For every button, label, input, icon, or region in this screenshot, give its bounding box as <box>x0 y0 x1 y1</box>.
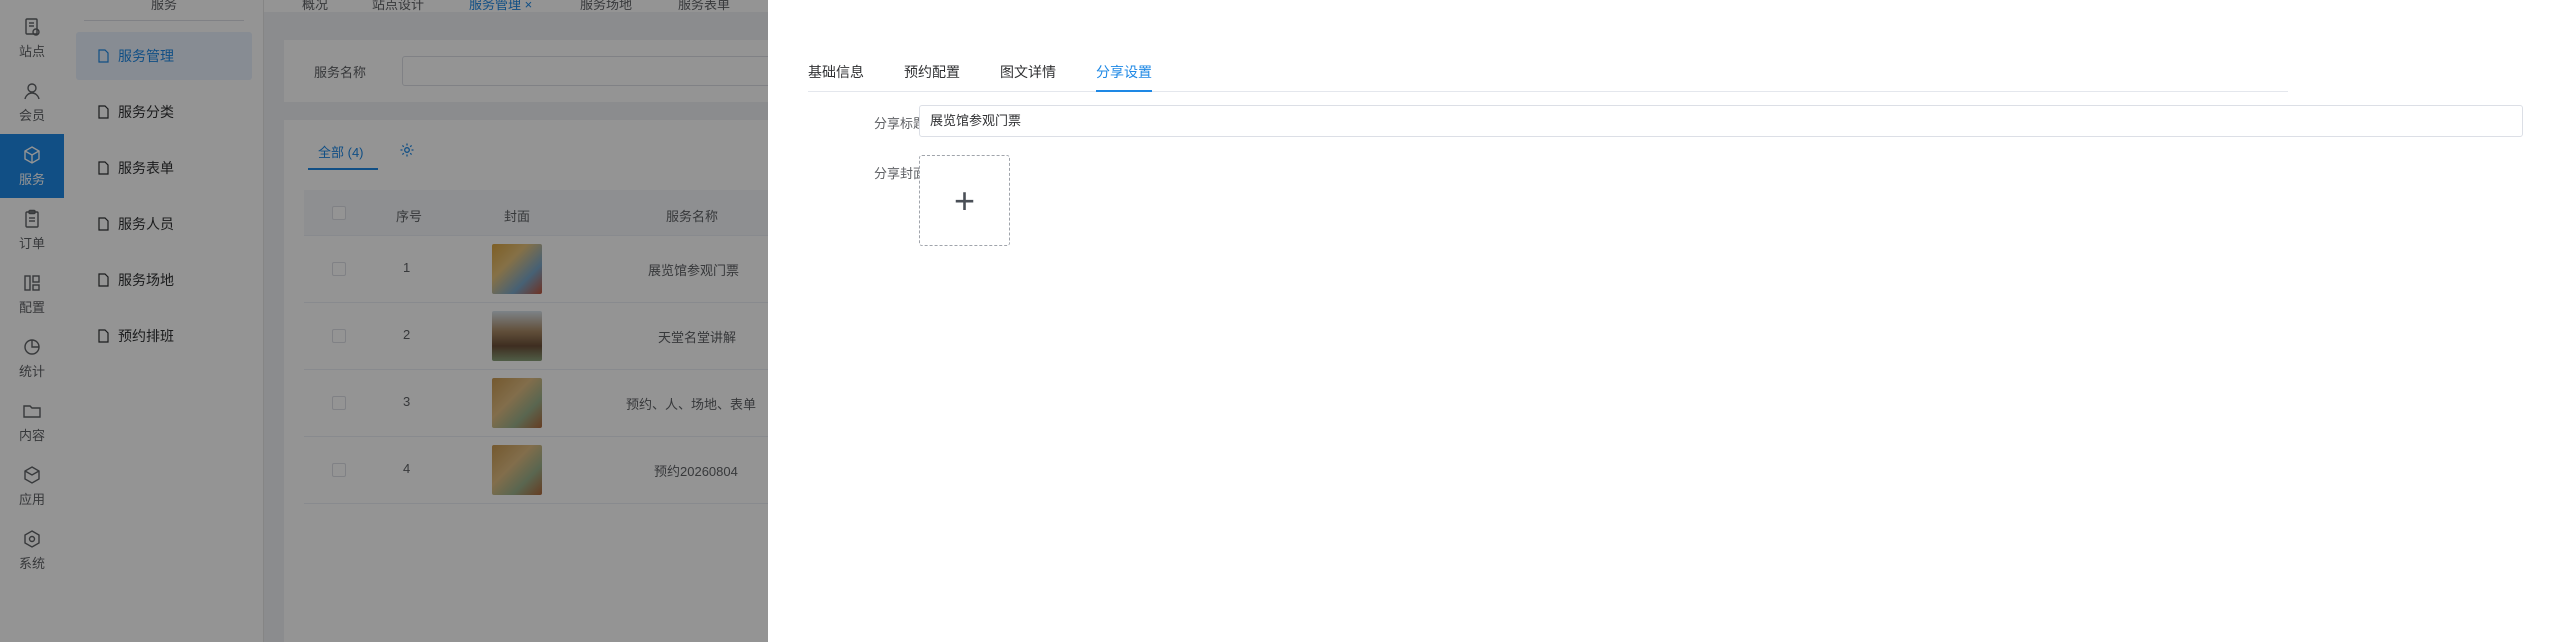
tab-basic-info[interactable]: 基础信息 <box>808 62 864 92</box>
share-cover-label: 分享封面 <box>873 166 926 181</box>
tab-rich-detail[interactable]: 图文详情 <box>1000 62 1056 92</box>
drawer-tabs: 基础信息 预约配置 图文详情 分享设置 <box>808 40 2288 92</box>
share-title-input[interactable]: 展览馆参观门票 <box>919 105 2523 137</box>
service-edit-drawer: 基础信息 预约配置 图文详情 分享设置 分享标题 展览馆参观门票 分享封面 + <box>768 0 2560 642</box>
share-cover-uploader[interactable]: + <box>919 155 1010 246</box>
tab-share-settings[interactable]: 分享设置 <box>1096 62 1152 92</box>
share-title-label: 分享标题 <box>873 116 926 131</box>
plus-icon: + <box>953 179 976 221</box>
tab-booking-config[interactable]: 预约配置 <box>904 62 960 92</box>
